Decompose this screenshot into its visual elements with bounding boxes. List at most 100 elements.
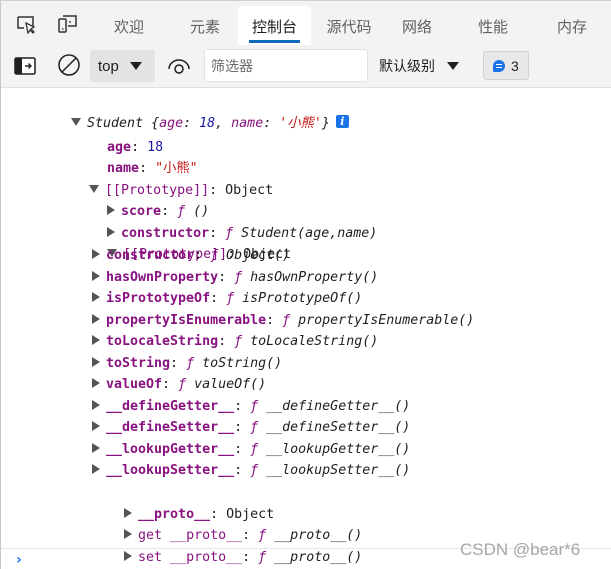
watermark: CSDN @bear*6 <box>460 540 581 559</box>
function-icon: ƒ <box>226 291 235 306</box>
context-value: top <box>98 57 119 75</box>
member-row[interactable]: __defineSetter__: ƒ __defineSetter__() <box>92 417 410 438</box>
tab-sources[interactable]: 源代码 <box>315 6 383 46</box>
message-count: 3 <box>511 57 519 74</box>
brace: } <box>321 116 330 131</box>
colon: : <box>183 116 200 131</box>
preview-key: name <box>231 116 264 131</box>
proto-accessor-row[interactable]: __proto__: Object <box>92 483 274 522</box>
live-expression-eye-icon[interactable] <box>167 56 191 76</box>
console-prompt-icon[interactable]: › <box>16 552 22 568</box>
prototype-value: Object <box>225 183 274 198</box>
function-icon: ƒ <box>234 334 243 349</box>
console-toolbar: top 默认级别 3 <box>1 45 611 88</box>
function-icon: ƒ <box>250 442 259 457</box>
accessor-prefix: set <box>138 550 171 565</box>
object-prototype-row[interactable]: [[Prototype]]: Object <box>75 223 291 262</box>
member-key: __proto__ <box>170 550 243 565</box>
expand-triangle-icon[interactable] <box>92 464 100 474</box>
inspect-element-icon[interactable] <box>15 13 37 35</box>
member-value: hasOwnProperty() <box>250 270 379 285</box>
member-row[interactable]: __lookupGetter__: ƒ __lookupGetter__() <box>92 439 410 460</box>
member-row[interactable]: toString: ƒ toString() <box>92 353 282 374</box>
member-row[interactable]: score: ƒ () <box>75 180 209 219</box>
colon: : <box>263 116 280 131</box>
context-selector[interactable]: top <box>90 50 155 82</box>
member-value: toString() <box>202 356 283 371</box>
clear-console-icon[interactable] <box>57 53 81 77</box>
prototype-row[interactable]: [[Prototype]]: Object <box>57 159 273 198</box>
colon: : <box>210 291 227 306</box>
message-bubble-icon <box>493 59 505 72</box>
member-row[interactable]: toLocaleString: ƒ toLocaleString() <box>92 331 378 352</box>
colon: : <box>162 377 179 392</box>
messages-count-button[interactable]: 3 <box>483 51 529 80</box>
chevron-down-icon <box>447 62 459 70</box>
member-row[interactable]: valueOf: ƒ valueOf() <box>92 374 266 395</box>
member-row[interactable]: hasOwnProperty: ƒ hasOwnProperty() <box>92 267 378 288</box>
colon: : <box>234 399 251 414</box>
member-row[interactable]: isPrototypeOf: ƒ isPrototypeOf() <box>92 288 362 309</box>
log-level-value: 默认级别 <box>379 58 435 74</box>
function-icon: ƒ <box>178 377 187 392</box>
object-summary-row[interactable]: Student {age: 18, name: '小熊'} i <box>39 92 349 131</box>
member-value: __defineSetter__() <box>266 420 411 435</box>
expand-triangle-icon[interactable] <box>92 357 100 367</box>
chevron-down-icon <box>129 62 142 70</box>
member-key: hasOwnProperty <box>106 270 219 285</box>
colon: : <box>170 356 187 371</box>
tab-elements[interactable]: 元素 <box>174 6 236 46</box>
tab-welcome[interactable]: 欢迎 <box>98 6 160 46</box>
tab-network[interactable]: 网络 <box>387 6 447 46</box>
colon: : <box>234 442 251 457</box>
expand-triangle-icon[interactable] <box>124 551 133 561</box>
member-key: __lookupSetter__ <box>106 463 235 478</box>
member-row[interactable]: propertyIsEnumerable: ƒ propertyIsEnumer… <box>92 310 474 331</box>
function-icon: ƒ <box>186 356 195 371</box>
member-value: isPrototypeOf() <box>242 291 363 306</box>
member-key: __lookupGetter__ <box>106 442 235 457</box>
colon: : <box>234 420 251 435</box>
member-row[interactable]: constructor: ƒ Student(age,name) <box>75 202 377 241</box>
member-row[interactable]: __lookupSetter__: ƒ __lookupSetter__() <box>92 460 410 481</box>
member-key: toString <box>106 356 171 371</box>
member-key: constructor <box>106 248 195 263</box>
setter-row[interactable]: set __proto__: ƒ __proto__() <box>92 526 362 565</box>
colon: : <box>194 248 211 263</box>
tab-performance[interactable]: 性能 <box>463 6 523 46</box>
expand-triangle-icon[interactable] <box>92 249 100 259</box>
expand-triangle-icon[interactable] <box>92 443 100 453</box>
expand-triangle-icon[interactable] <box>92 292 100 302</box>
log-level-selector[interactable]: 默认级别 <box>379 53 459 79</box>
property-row: age: 18 <box>107 140 164 155</box>
toggle-sidebar-icon[interactable] <box>14 56 36 76</box>
expand-triangle-icon[interactable] <box>92 335 100 345</box>
colon: : <box>218 334 235 349</box>
member-value: __lookupSetter__() <box>266 463 411 478</box>
function-icon: ƒ <box>234 270 243 285</box>
expand-triangle-icon[interactable] <box>92 314 100 324</box>
member-value: Object() <box>226 248 291 263</box>
expand-triangle-icon[interactable] <box>92 271 100 281</box>
expand-triangle-icon[interactable] <box>92 378 100 388</box>
preview-value: '小熊' <box>279 116 322 131</box>
member-key: toLocaleString <box>106 334 219 349</box>
info-icon[interactable]: i <box>335 115 349 128</box>
expand-triangle-icon[interactable] <box>92 421 100 431</box>
filter-input[interactable] <box>204 49 368 82</box>
member-value: __defineGetter__() <box>266 399 411 414</box>
member-row[interactable]: constructor: ƒ Object() <box>92 245 290 266</box>
function-icon: ƒ <box>250 399 259 414</box>
tab-console[interactable]: 控制台 <box>238 6 311 46</box>
member-value: __proto__() <box>274 550 363 565</box>
property-row: name: "小熊" <box>107 161 198 176</box>
getter-row[interactable]: get __proto__: ƒ __proto__() <box>92 504 362 543</box>
expand-triangle-icon[interactable] <box>92 400 100 410</box>
tab-memory[interactable]: 内存 <box>541 6 603 46</box>
colon: : <box>266 313 283 328</box>
member-key: isPrototypeOf <box>106 291 211 306</box>
member-row[interactable]: __defineGetter__: ƒ __defineGetter__() <box>92 396 410 417</box>
member-key: valueOf <box>106 377 163 392</box>
device-emulation-icon[interactable] <box>57 13 79 35</box>
member-value: __lookupGetter__() <box>266 442 411 457</box>
